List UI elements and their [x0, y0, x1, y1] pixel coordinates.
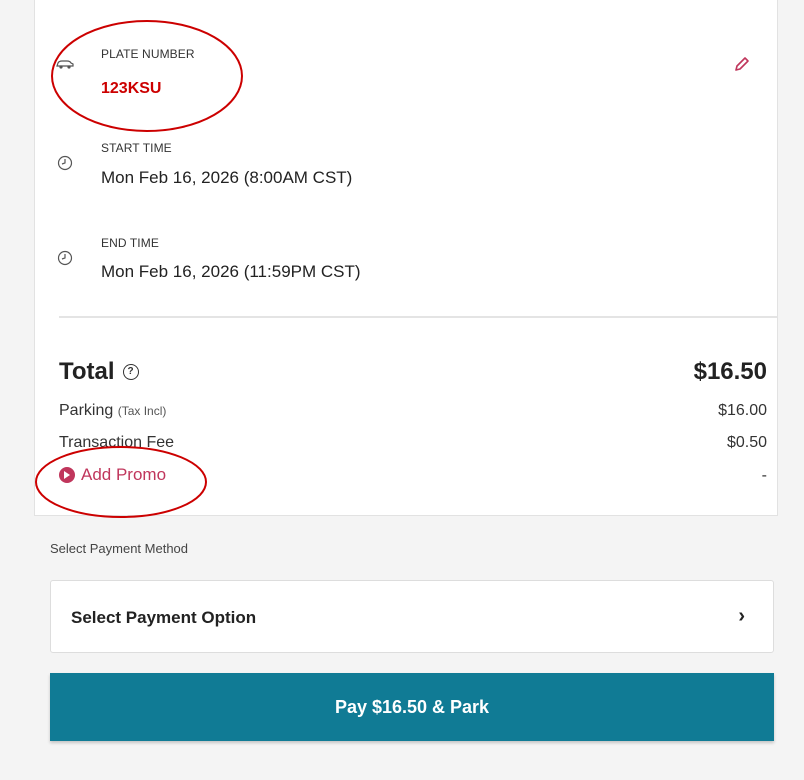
add-promo-label: Add Promo — [81, 465, 167, 484]
payment-method-title: Select Payment Method — [50, 541, 189, 556]
promo-amount: - — [761, 467, 767, 484]
payment-option-label: Select Payment Option — [71, 608, 257, 627]
total-label: Total — [59, 358, 115, 385]
clock-icon — [57, 155, 73, 176]
start-time-label: START TIME — [101, 141, 172, 155]
parking-label: Parking (Tax Incl) — [59, 402, 166, 420]
start-time-value: Mon Feb 16, 2026 (8:00AM CST) — [101, 168, 353, 187]
plate-number-label: PLATE NUMBER — [101, 47, 195, 61]
parking-amount: $16.00 — [718, 402, 767, 419]
plate-number-value: 123KSU — [101, 80, 162, 97]
divider — [59, 316, 777, 318]
help-circle-icon[interactable]: ? — [122, 364, 139, 380]
chevron-right-icon: › — [738, 605, 745, 627]
end-time-value: Mon Feb 16, 2026 (11:59PM CST) — [101, 262, 361, 281]
booking-summary-card: PLATE NUMBER 123KSU START TIME Mon Feb 1… — [34, 0, 778, 516]
car-icon — [55, 57, 75, 75]
total-heading: Total ? — [59, 358, 139, 386]
total-amount: $16.50 — [693, 358, 767, 385]
select-payment-option[interactable]: Select Payment Option › — [50, 580, 774, 653]
end-time-label: END TIME — [101, 236, 159, 250]
pencil-icon[interactable] — [733, 55, 751, 78]
parking-tax-note: (Tax Incl) — [117, 404, 167, 418]
transaction-fee-label: Transaction Fee — [59, 434, 175, 451]
clock-icon — [57, 250, 73, 271]
parking-label-text: Parking — [59, 402, 114, 419]
transaction-fee-amount: $0.50 — [726, 434, 767, 451]
pay-and-park-button[interactable]: Pay $16.50 & Park — [50, 673, 774, 741]
promo-arrow-icon — [59, 467, 75, 483]
add-promo-link[interactable]: Add Promo — [59, 465, 166, 485]
